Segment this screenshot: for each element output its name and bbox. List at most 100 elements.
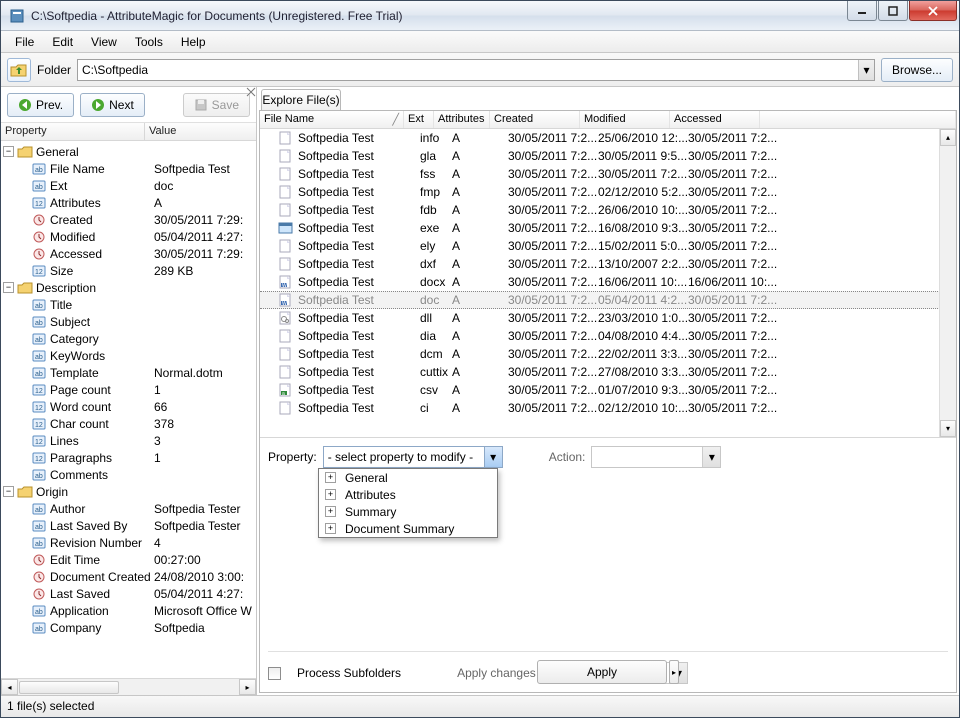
- group-general[interactable]: −General: [1, 143, 256, 160]
- expand-icon[interactable]: +: [325, 472, 336, 483]
- expand-icon[interactable]: +: [325, 506, 336, 517]
- maximize-button[interactable]: [878, 1, 908, 21]
- next-button[interactable]: Next: [80, 93, 145, 117]
- col-value[interactable]: Value: [145, 123, 180, 140]
- folder-path-combo[interactable]: C:\Softpedia ▾: [77, 59, 875, 81]
- property-dropdown[interactable]: +General+Attributes+Summary+Document Sum…: [318, 468, 498, 538]
- svg-text:ab: ab: [35, 184, 43, 191]
- file-row[interactable]: WSoftpedia TestdocxA30/05/2011 7:2...16/…: [260, 273, 956, 291]
- prop-row[interactable]: abCompanySoftpedia: [1, 619, 256, 636]
- folder-up-button[interactable]: [7, 58, 31, 82]
- file-row[interactable]: Softpedia TestdcmA30/05/2011 7:2...22/02…: [260, 345, 956, 363]
- prop-row[interactable]: Document Created24/08/2010 3:00:: [1, 568, 256, 585]
- close-button[interactable]: [909, 1, 957, 21]
- file-row[interactable]: WSoftpedia TestdocA30/05/2011 7:2...05/0…: [260, 291, 956, 309]
- apply-dropdown-button[interactable]: ▸: [669, 660, 679, 684]
- file-row[interactable]: Softpedia TestfdbA30/05/2011 7:2...26/06…: [260, 201, 956, 219]
- horizontal-scrollbar[interactable]: ◂ ▸: [1, 678, 256, 695]
- properties-tree[interactable]: −GeneralabFile NameSoftpedia TestabExtdo…: [1, 141, 256, 678]
- svg-text:ab: ab: [35, 354, 43, 361]
- group-origin[interactable]: − Origin: [1, 483, 256, 500]
- prop-row[interactable]: abLast Saved BySoftpedia Tester: [1, 517, 256, 534]
- menu-help[interactable]: Help: [173, 33, 214, 51]
- menu-tools[interactable]: Tools: [127, 33, 171, 51]
- action-combo[interactable]: ▾: [591, 446, 721, 468]
- process-subfolders-checkbox[interactable]: [268, 667, 281, 680]
- vertical-scrollbar[interactable]: ▴ ▾: [939, 129, 956, 437]
- col-property[interactable]: Property: [1, 123, 145, 140]
- file-row[interactable]: Softpedia TestfssA30/05/2011 7:2...30/05…: [260, 165, 956, 183]
- prop-row[interactable]: 12Size289 KB: [1, 262, 256, 279]
- file-row[interactable]: Softpedia TestexeA30/05/2011 7:2...16/08…: [260, 219, 956, 237]
- prop-row[interactable]: abAuthorSoftpedia Tester: [1, 500, 256, 517]
- col-filename[interactable]: File Name╱: [260, 111, 404, 128]
- file-list[interactable]: ▴ ▾ Softpedia TestinfoA30/05/2011 7:2...…: [260, 129, 956, 437]
- file-row[interactable]: Softpedia TestelyA30/05/2011 7:2...15/02…: [260, 237, 956, 255]
- menu-edit[interactable]: Edit: [44, 33, 81, 51]
- file-row[interactable]: Softpedia TestfmpA30/05/2011 7:2...02/12…: [260, 183, 956, 201]
- file-row[interactable]: Softpedia TestglaA30/05/2011 7:2...30/05…: [260, 147, 956, 165]
- file-row[interactable]: Softpedia TestdllA30/05/2011 7:2...23/03…: [260, 309, 956, 327]
- expand-icon[interactable]: +: [325, 489, 336, 500]
- prop-row[interactable]: Accessed30/05/2011 7:29:: [1, 245, 256, 262]
- file-row[interactable]: Softpedia TestinfoA30/05/2011 7:2...25/0…: [260, 129, 956, 147]
- file-row[interactable]: Softpedia TestdxfA30/05/2011 7:2...13/10…: [260, 255, 956, 273]
- tab-explore-files[interactable]: Explore File(s): [261, 89, 341, 110]
- browse-button[interactable]: Browse...: [881, 58, 953, 82]
- dropdown-item[interactable]: +Attributes: [319, 486, 497, 503]
- chevron-down-icon[interactable]: ▾: [484, 447, 502, 467]
- file-row[interactable]: Softpedia TestciA30/05/2011 7:2...02/12/…: [260, 399, 956, 417]
- prop-row[interactable]: 12Lines3: [1, 432, 256, 449]
- prop-row[interactable]: 12Page count1: [1, 381, 256, 398]
- prop-row[interactable]: abFile NameSoftpedia Test: [1, 160, 256, 177]
- prop-row[interactable]: Created30/05/2011 7:29:: [1, 211, 256, 228]
- group-label: Origin: [36, 485, 154, 499]
- file-row[interactable]: Softpedia TestcuttixA30/05/2011 7:2...27…: [260, 363, 956, 381]
- file-row[interactable]: aSoftpedia TestcsvA30/05/2011 7:2...01/0…: [260, 381, 956, 399]
- collapse-icon[interactable]: −: [3, 282, 14, 293]
- dropdown-item[interactable]: +Document Summary: [319, 520, 497, 537]
- prop-row[interactable]: abSubject: [1, 313, 256, 330]
- prop-row[interactable]: abExtdoc: [1, 177, 256, 194]
- prop-row[interactable]: abKeyWords: [1, 347, 256, 364]
- col-created[interactable]: Created: [490, 111, 580, 128]
- dropdown-item[interactable]: +General: [319, 469, 497, 486]
- prop-row[interactable]: Edit Time00:27:00: [1, 551, 256, 568]
- prop-row[interactable]: abRevision Number4: [1, 534, 256, 551]
- file-row[interactable]: Softpedia TestdiaA30/05/2011 7:2...04/08…: [260, 327, 956, 345]
- prev-button[interactable]: Prev.: [7, 93, 74, 117]
- prop-row[interactable]: abComments: [1, 466, 256, 483]
- prop-row[interactable]: 12Word count66: [1, 398, 256, 415]
- prop-row[interactable]: abTemplateNormal.dotm: [1, 364, 256, 381]
- prop-row[interactable]: abCategory: [1, 330, 256, 347]
- prop-row[interactable]: abApplicationMicrosoft Office W: [1, 602, 256, 619]
- prop-value: 66: [154, 400, 256, 414]
- scroll-up-icon[interactable]: ▴: [940, 129, 956, 146]
- dropdown-item[interactable]: +Summary: [319, 503, 497, 520]
- expand-icon[interactable]: +: [325, 523, 336, 534]
- prop-row[interactable]: 12Char count378: [1, 415, 256, 432]
- prop-row[interactable]: Modified05/04/2011 4:27:: [1, 228, 256, 245]
- col-modified[interactable]: Modified: [580, 111, 670, 128]
- menu-file[interactable]: File: [7, 33, 42, 51]
- chevron-down-icon[interactable]: ▾: [858, 60, 874, 80]
- prop-row[interactable]: 12Paragraphs1: [1, 449, 256, 466]
- prop-row[interactable]: 12AttributesA: [1, 194, 256, 211]
- collapse-icon[interactable]: −: [3, 486, 14, 497]
- menu-view[interactable]: View: [83, 33, 125, 51]
- prop-row[interactable]: Last Saved05/04/2011 4:27:: [1, 585, 256, 602]
- panel-close-icon[interactable]: [246, 87, 256, 97]
- col-ext[interactable]: Ext: [404, 111, 434, 128]
- col-accessed[interactable]: Accessed: [670, 111, 760, 128]
- titlebar[interactable]: C:\Softpedia - AttributeMagic for Docume…: [1, 1, 959, 31]
- group-description[interactable]: −Description: [1, 279, 256, 296]
- property-combo[interactable]: - select property to modify - ▾: [323, 446, 503, 468]
- chevron-down-icon[interactable]: ▾: [702, 447, 720, 467]
- apply-button[interactable]: Apply: [537, 660, 667, 684]
- prop-row[interactable]: abTitle: [1, 296, 256, 313]
- col-attributes[interactable]: Attributes: [434, 111, 490, 128]
- collapse-icon[interactable]: −: [3, 146, 14, 157]
- minimize-button[interactable]: [847, 1, 877, 21]
- scroll-down-icon[interactable]: ▾: [940, 420, 956, 437]
- save-button[interactable]: Save: [183, 93, 250, 117]
